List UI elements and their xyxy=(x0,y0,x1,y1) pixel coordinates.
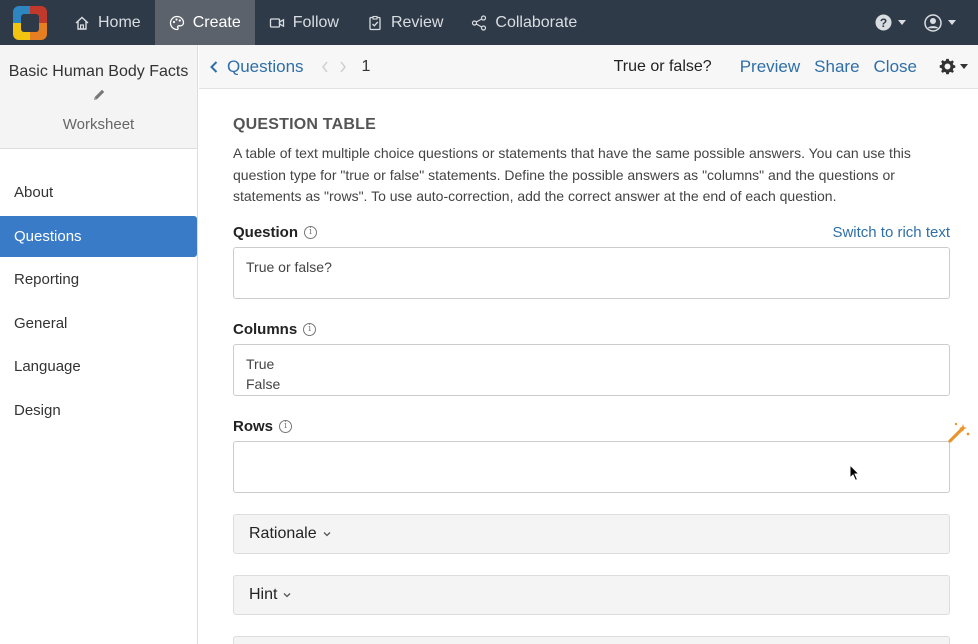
help-icon: ? xyxy=(875,14,892,31)
nav-follow-label: Follow xyxy=(292,13,339,31)
top-navigation: Home Create Follow Review Collaborate ? xyxy=(0,0,978,45)
rows-label-row: Rows i xyxy=(233,418,950,435)
column-value: False xyxy=(246,375,281,392)
sidebar-item-reporting[interactable]: Reporting xyxy=(0,259,197,300)
share-icon xyxy=(472,14,487,31)
logo-mark xyxy=(13,5,47,40)
prev-arrow-icon[interactable] xyxy=(320,60,330,74)
sidebar-item-design[interactable]: Design xyxy=(0,390,197,431)
info-icon[interactable]: i xyxy=(303,322,317,336)
settings-menu[interactable] xyxy=(939,58,968,75)
sidebar: Basic Human Body Facts Worksheet About Q… xyxy=(0,45,198,644)
question-header: Questions 1 True or false? Preview Share… xyxy=(199,45,978,89)
chevron-down-icon xyxy=(898,20,906,25)
next-arrow-icon[interactable] xyxy=(338,60,348,74)
info-icon[interactable]: i xyxy=(304,225,318,239)
nav-review-label: Review xyxy=(390,13,444,31)
mouse-cursor-icon xyxy=(849,464,861,482)
svg-text:?: ? xyxy=(880,16,887,30)
nav-right-tools: ? xyxy=(875,0,978,45)
user-avatar-icon xyxy=(924,13,942,32)
question-number: 1 xyxy=(361,57,371,75)
question-label: Question xyxy=(233,223,299,241)
nav-home-label: Home xyxy=(98,13,141,31)
sidebar-item-questions[interactable]: Questions xyxy=(0,215,197,257)
video-icon xyxy=(269,17,284,28)
chevron-left-icon xyxy=(210,60,218,73)
hint-section[interactable]: Hint xyxy=(233,574,950,615)
column-value: True xyxy=(246,355,275,372)
rows-input[interactable] xyxy=(233,440,950,493)
question-label-row: Question i xyxy=(233,223,318,241)
home-icon xyxy=(75,16,89,30)
palette-icon xyxy=(169,15,184,30)
close-link[interactable]: Close xyxy=(874,57,917,77)
user-menu[interactable] xyxy=(924,13,956,32)
info-icon[interactable]: i xyxy=(279,419,293,433)
help-menu[interactable]: ? xyxy=(875,14,906,31)
nav-create[interactable]: Create xyxy=(154,0,255,45)
rationale-section[interactable]: Rationale xyxy=(233,513,950,554)
preview-link[interactable]: Preview xyxy=(740,57,800,77)
chevron-down-icon xyxy=(323,531,331,536)
sidebar-item-language[interactable]: Language xyxy=(0,346,197,387)
magic-wand-icon[interactable] xyxy=(947,421,971,445)
question-input-value: True or false? xyxy=(246,258,332,275)
activity-type: Worksheet xyxy=(62,116,135,133)
question-type-title: QUESTION TABLE xyxy=(233,116,376,133)
sidebar-header: Basic Human Body Facts Worksheet xyxy=(0,45,197,149)
rows-label: Rows xyxy=(233,417,274,435)
back-label: Questions xyxy=(227,56,304,76)
chevron-down-icon xyxy=(960,64,968,69)
pencil-icon[interactable] xyxy=(91,87,107,103)
question-title: True or false? xyxy=(613,57,712,75)
collapsed-section[interactable] xyxy=(233,635,950,644)
nav-collaborate[interactable]: Collaborate xyxy=(457,0,591,45)
chevron-down-icon xyxy=(283,592,291,597)
columns-label-row: Columns i xyxy=(233,321,950,338)
question-field-header: Question i Switch to rich text xyxy=(233,224,950,241)
nav-review[interactable]: Review xyxy=(353,0,457,45)
question-pager xyxy=(320,60,348,74)
gear-icon xyxy=(939,58,956,75)
nav-follow[interactable]: Follow xyxy=(255,0,353,45)
sidebar-menu: About Questions Reporting General Langua… xyxy=(0,172,197,431)
question-editor: QUESTION TABLE A table of text multiple … xyxy=(233,89,950,644)
rationale-label: Rationale xyxy=(249,524,317,542)
nav-home[interactable]: Home xyxy=(60,0,155,45)
question-input[interactable]: True or false? xyxy=(233,246,950,299)
chevron-down-icon xyxy=(948,20,956,25)
switch-rich-text-link[interactable]: Switch to rich text xyxy=(832,224,950,241)
activity-title: Basic Human Body Facts xyxy=(8,63,189,80)
sidebar-item-general[interactable]: General xyxy=(0,303,197,344)
hint-label: Hint xyxy=(249,585,278,603)
nav-create-label: Create xyxy=(192,13,241,31)
columns-label: Columns xyxy=(233,320,298,338)
question-type-description: A table of text multiple choice question… xyxy=(233,145,911,204)
back-to-questions[interactable]: Questions xyxy=(199,57,304,77)
sidebar-item-about[interactable]: About xyxy=(0,172,197,213)
share-link[interactable]: Share xyxy=(814,57,859,77)
nav-collaborate-label: Collaborate xyxy=(495,13,578,31)
clipboard-icon xyxy=(369,15,381,30)
columns-input[interactable]: True False xyxy=(233,343,950,396)
app-logo[interactable] xyxy=(0,0,60,45)
